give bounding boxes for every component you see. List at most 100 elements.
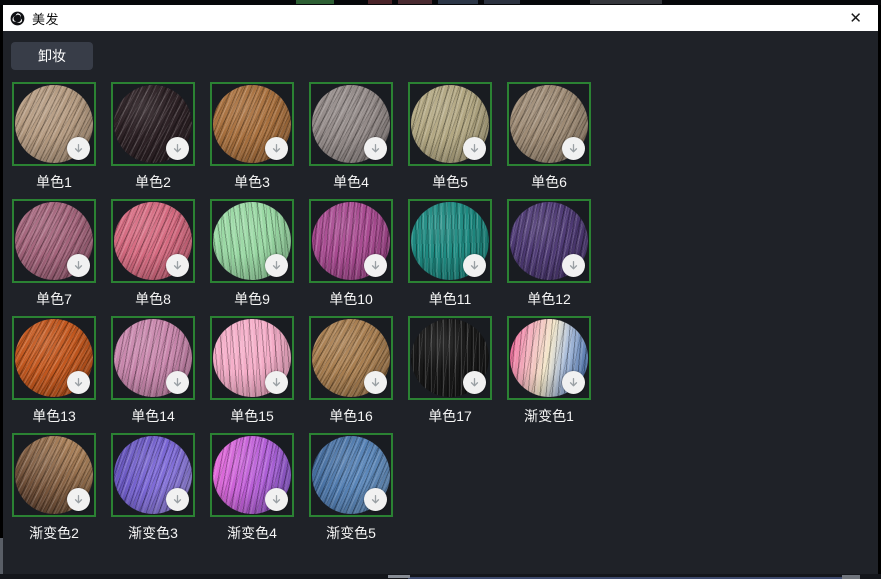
download-button[interactable] [562,254,585,277]
hair-style-item[interactable]: 单色13 [12,316,96,433]
download-button[interactable] [166,488,189,511]
hair-style-label: 渐变色5 [309,523,393,543]
hair-color-grid: 单色1 单色2 单色3 单色4 单色5 单色6 单色7 [12,82,878,550]
hair-style-tile[interactable] [309,82,393,166]
download-icon [369,376,382,389]
hair-style-item[interactable]: 单色7 [12,199,96,316]
download-button[interactable] [364,137,387,160]
hair-style-label: 单色10 [309,289,393,309]
hair-style-tile[interactable] [309,433,393,517]
hair-style-tile[interactable] [111,82,195,166]
hair-style-tile[interactable] [12,433,96,517]
hair-style-item[interactable]: 单色14 [111,316,195,433]
hair-style-item[interactable]: 单色17 [408,316,492,433]
download-button[interactable] [463,137,486,160]
download-button[interactable] [265,488,288,511]
hair-style-item[interactable]: 渐变色4 [210,433,294,550]
hair-style-item[interactable]: 单色10 [309,199,393,316]
hair-style-tile[interactable] [507,82,591,166]
hair-style-tile[interactable] [507,316,591,400]
download-icon [270,259,283,272]
remnant-fragment [842,575,860,579]
download-button[interactable] [67,488,90,511]
hair-style-label: 单色11 [408,289,492,309]
hair-style-label: 渐变色1 [507,406,591,426]
hair-style-tile[interactable] [111,316,195,400]
hair-style-item[interactable]: 单色8 [111,199,195,316]
download-button[interactable] [166,137,189,160]
hair-style-item[interactable]: 渐变色2 [12,433,96,550]
hair-style-tile[interactable] [210,82,294,166]
hair-style-item[interactable]: 单色5 [408,82,492,199]
hair-style-label: 单色14 [111,406,195,426]
hair-style-tile[interactable] [12,199,96,283]
hair-style-tile[interactable] [12,316,96,400]
hair-style-tile[interactable] [210,433,294,517]
hair-style-item[interactable]: 渐变色1 [507,316,591,433]
hair-style-label: 单色1 [12,172,96,192]
hair-style-label: 单色13 [12,406,96,426]
hair-style-label: 单色9 [210,289,294,309]
hair-style-tile[interactable] [408,82,492,166]
hair-style-item[interactable]: 渐变色5 [309,433,393,550]
hair-style-label: 单色2 [111,172,195,192]
hair-style-tile[interactable] [111,199,195,283]
download-button[interactable] [265,137,288,160]
download-button[interactable] [364,488,387,511]
hair-style-tile[interactable] [111,433,195,517]
hair-style-item[interactable]: 单色4 [309,82,393,199]
hair-style-item[interactable]: 单色11 [408,199,492,316]
download-icon [72,142,85,155]
hair-style-tile[interactable] [12,82,96,166]
download-button[interactable] [463,254,486,277]
remove-makeup-button[interactable]: 卸妆 [11,42,93,70]
download-button[interactable] [364,371,387,394]
download-icon [567,142,580,155]
download-button[interactable] [166,371,189,394]
hair-style-tile[interactable] [210,199,294,283]
download-button[interactable] [463,371,486,394]
hair-style-tile[interactable] [309,316,393,400]
remnant-fragment [388,575,410,578]
hair-style-tile[interactable] [507,199,591,283]
download-icon [270,376,283,389]
hair-style-tile[interactable] [408,199,492,283]
hair-style-tile[interactable] [210,316,294,400]
hair-style-item[interactable]: 单色9 [210,199,294,316]
obs-logo-icon [10,11,25,26]
hair-style-tile[interactable] [408,316,492,400]
download-icon [72,259,85,272]
download-icon [369,142,382,155]
hair-style-item[interactable]: 单色12 [507,199,591,316]
background-window-remnant-bottom [0,574,881,579]
download-button[interactable] [67,371,90,394]
hair-style-label: 单色3 [210,172,294,192]
hair-style-label: 渐变色2 [12,523,96,543]
hair-style-item[interactable]: 单色15 [210,316,294,433]
hair-style-tile[interactable] [309,199,393,283]
hair-style-item[interactable]: 单色6 [507,82,591,199]
hair-style-item[interactable]: 渐变色3 [111,433,195,550]
download-button[interactable] [67,254,90,277]
download-button[interactable] [265,371,288,394]
download-icon [567,259,580,272]
hair-style-label: 单色5 [408,172,492,192]
background-window-remnant-top [0,0,881,5]
download-icon [270,142,283,155]
hair-style-item[interactable]: 单色16 [309,316,393,433]
download-icon [171,493,184,506]
download-button[interactable] [562,371,585,394]
hair-style-item[interactable]: 单色1 [12,82,96,199]
hair-style-item[interactable]: 单色3 [210,82,294,199]
download-button[interactable] [364,254,387,277]
hair-style-label: 单色17 [408,406,492,426]
remnant-fragment [438,0,478,4]
hair-style-item[interactable]: 单色2 [111,82,195,199]
beauty-hair-dialog: 美发 ✕ 卸妆 单色1 单色2 单色3 单色4 单色5 [0,0,881,579]
download-button[interactable] [166,254,189,277]
close-icon[interactable]: ✕ [845,9,866,28]
download-button[interactable] [265,254,288,277]
download-button[interactable] [562,137,585,160]
download-button[interactable] [67,137,90,160]
download-icon [468,376,481,389]
